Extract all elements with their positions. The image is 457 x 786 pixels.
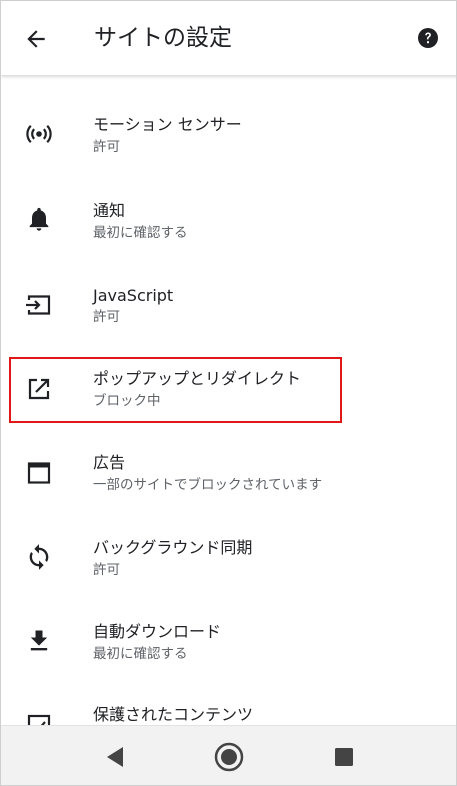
system-nav-bar (1, 725, 456, 785)
nav-home-button[interactable] (212, 740, 246, 774)
setting-status: 最初に確認する (93, 225, 188, 241)
setting-label: 保護されたコンテンツ (93, 705, 254, 724)
setting-label: 通知 (93, 201, 126, 220)
setting-status: 許可 (93, 562, 120, 578)
ads-window-icon (27, 462, 51, 484)
setting-label: バックグラウンド同期 (93, 538, 253, 557)
site-settings-list: モーション センサー 許可 通知 最初に確認する JavaScript 許可 ポ… (1, 75, 456, 725)
nav-back-button[interactable] (98, 740, 132, 774)
setting-status: 一部のサイトでブロックされています (93, 477, 323, 493)
screen: サイトの設定 モーション センサー 許可 通知 最初に確認する JavaScri… (0, 0, 457, 786)
home-circle-icon (214, 742, 244, 772)
setting-status: ブロック中 (93, 393, 161, 409)
javascript-icon (26, 295, 51, 315)
setting-notifications[interactable]: 通知 最初に確認する (1, 177, 456, 261)
setting-status: 最初に確認する (93, 646, 188, 662)
sync-icon (29, 544, 49, 570)
setting-label: JavaScript (93, 286, 174, 305)
setting-javascript[interactable]: JavaScript 許可 (1, 261, 456, 345)
app-bar: サイトの設定 (1, 1, 456, 75)
back-button[interactable] (19, 22, 53, 56)
help-icon (418, 28, 438, 48)
setting-label: モーション センサー (93, 115, 242, 134)
help-button[interactable] (416, 26, 440, 50)
setting-label: 自動ダウンロード (93, 622, 222, 641)
setting-auto-download[interactable]: 自動ダウンロード 最初に確認する (1, 597, 456, 681)
setting-motion-sensor[interactable]: モーション センサー 許可 (1, 93, 456, 177)
protected-content-icon (27, 714, 51, 725)
setting-background-sync[interactable]: バックグラウンド同期 許可 (1, 513, 456, 597)
motion-sensor-icon (26, 125, 52, 143)
nav-recents-button[interactable] (327, 740, 361, 774)
setting-ads[interactable]: 広告 一部のサイトでブロックされています (1, 429, 456, 513)
recents-square-icon (335, 748, 353, 766)
external-link-icon (28, 378, 50, 400)
setting-popups-redirects[interactable]: ポップアップとリダイレクト ブロック中 (1, 345, 456, 429)
back-triangle-icon (107, 747, 123, 767)
setting-protected-content[interactable]: 保護されたコンテンツ (1, 681, 456, 725)
page-title: サイトの設定 (94, 25, 232, 51)
setting-status: 許可 (93, 309, 120, 325)
setting-status: 許可 (93, 139, 120, 155)
download-icon (30, 630, 48, 651)
arrow-back-icon (27, 30, 45, 48)
setting-label: ポップアップとリダイレクト (93, 369, 302, 388)
bell-icon (29, 207, 49, 231)
setting-label: 広告 (93, 453, 126, 472)
